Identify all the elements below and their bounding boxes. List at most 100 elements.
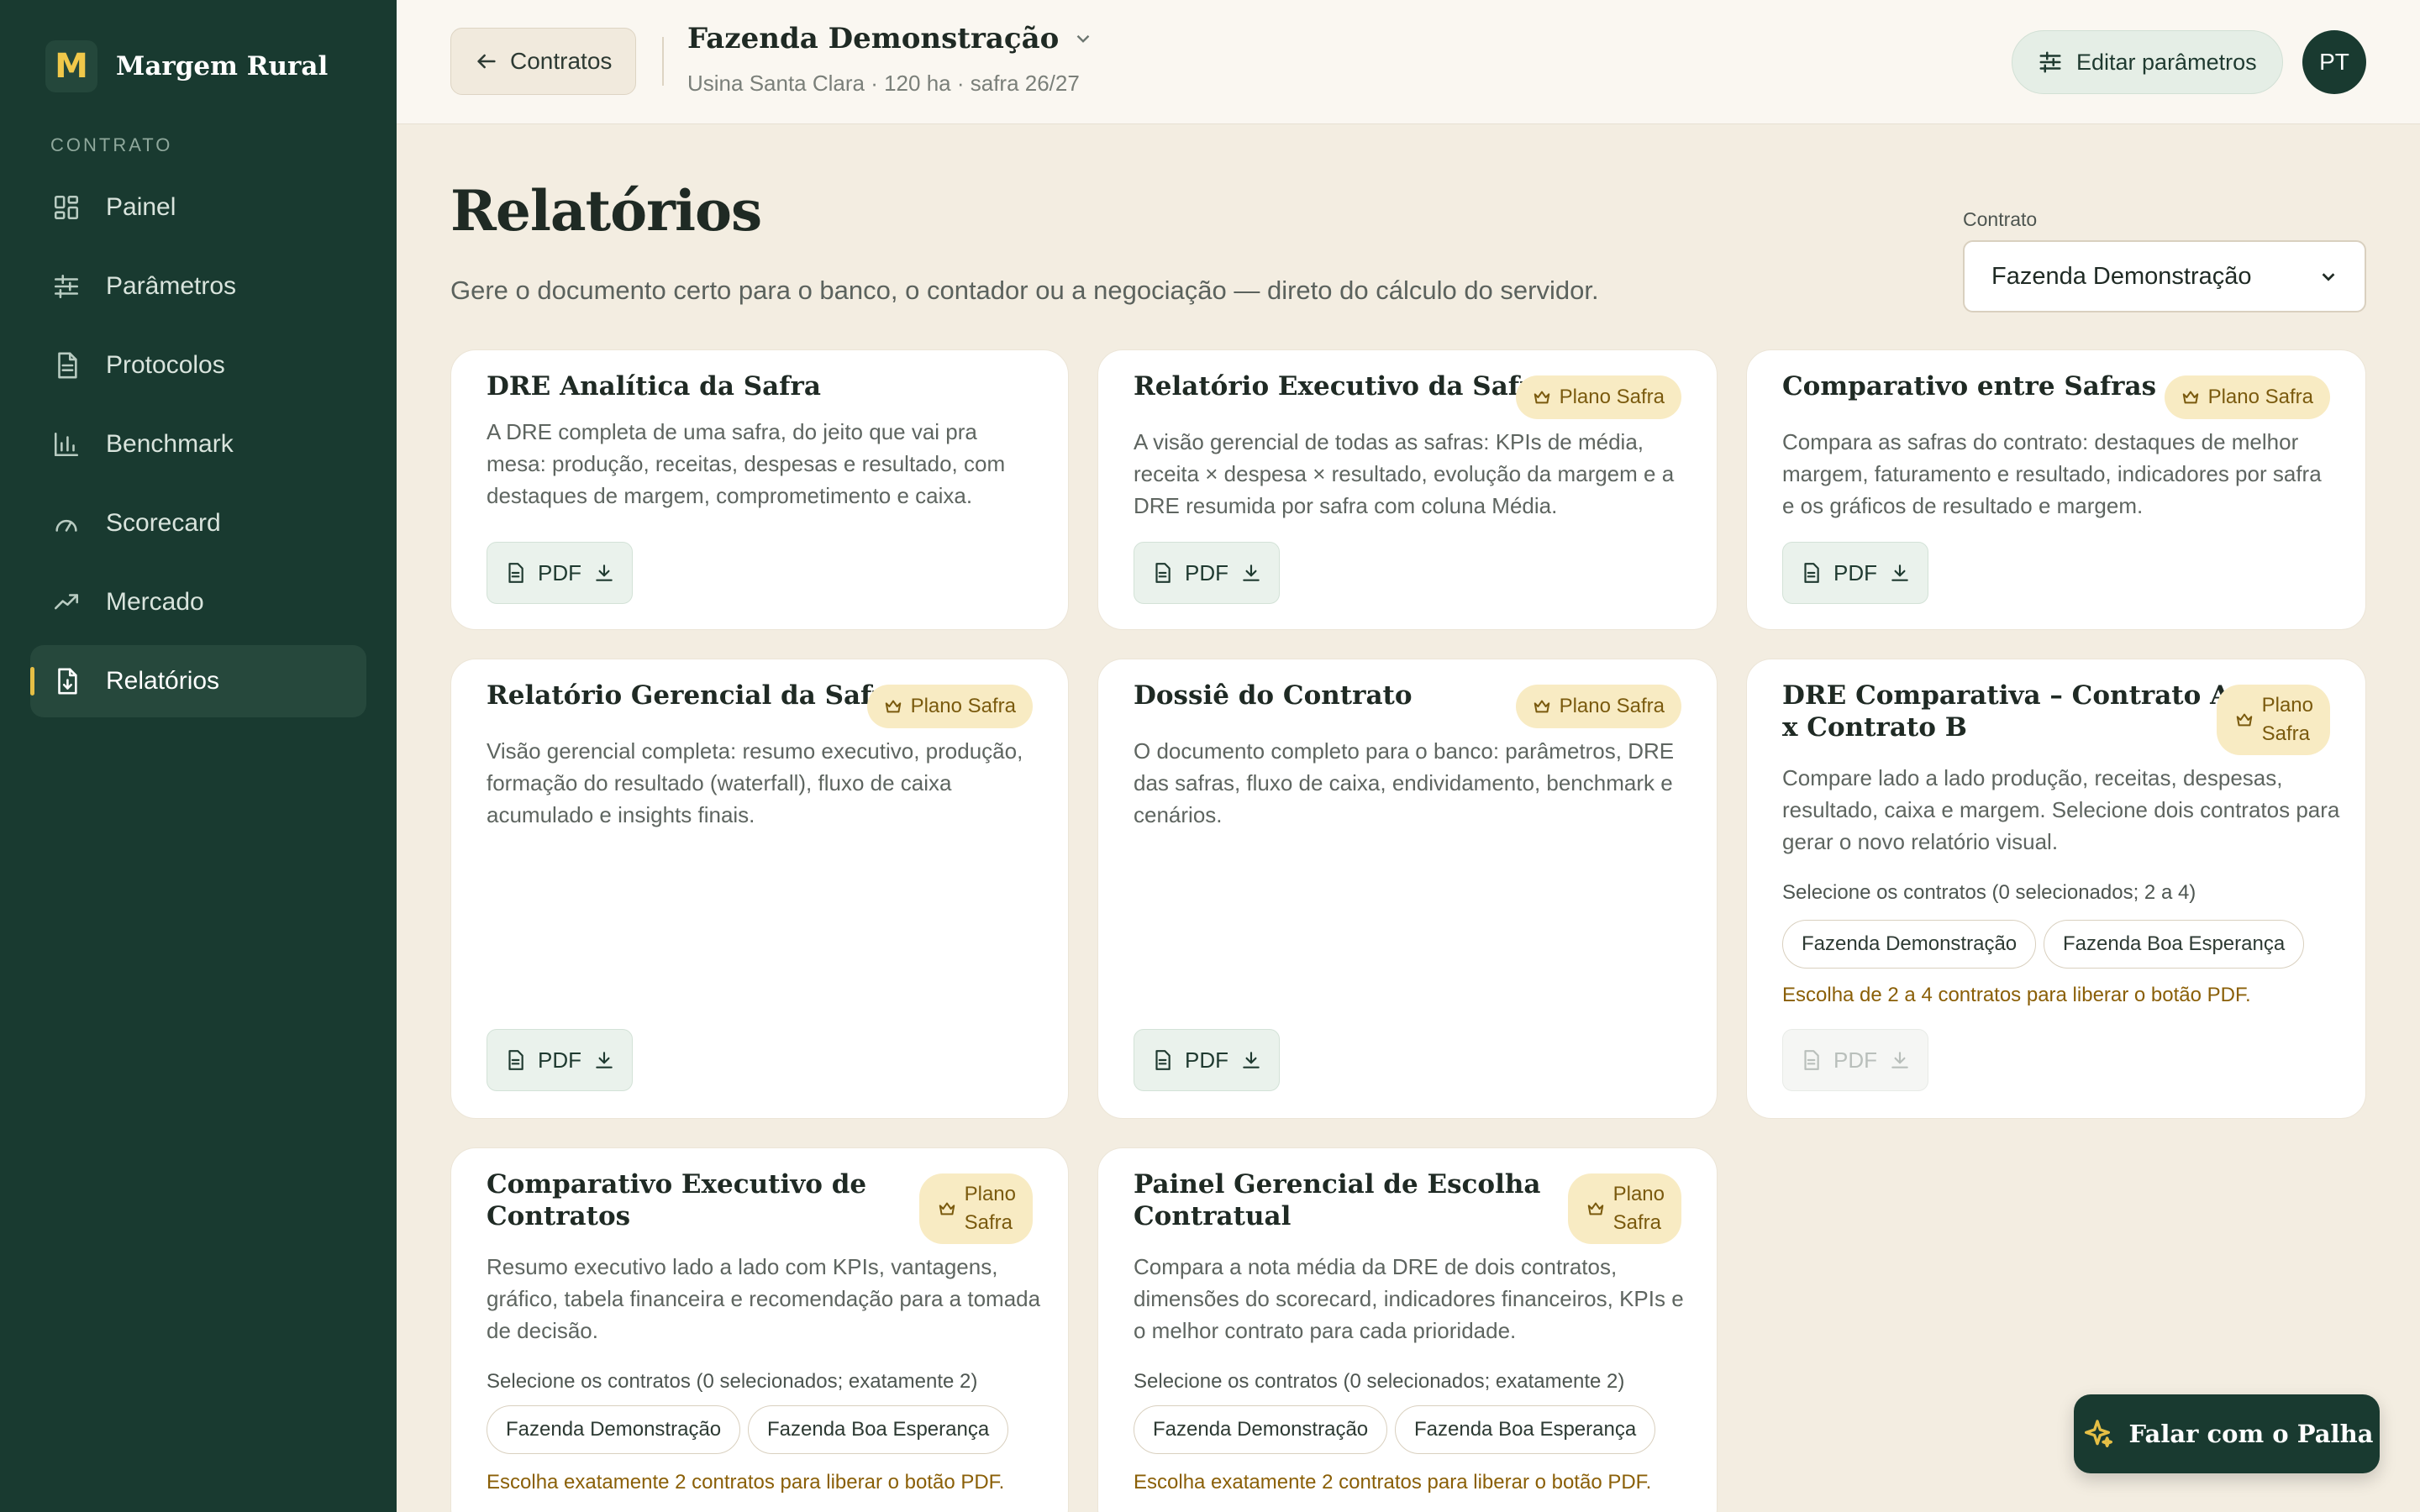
trend-icon bbox=[54, 594, 79, 610]
report-card-gerencial-safra: Relatório Gerencial da Safra Plano Safra… bbox=[450, 659, 1069, 1119]
pdf-download-button[interactable]: PDF bbox=[487, 1029, 633, 1091]
contract-chip[interactable]: Fazenda Demonstração bbox=[1134, 1405, 1388, 1454]
sidebar-item-label: Relatórios bbox=[106, 667, 220, 695]
sidebar-item-benchmark[interactable]: Benchmark bbox=[30, 408, 366, 480]
card-title-line: Contratual bbox=[1134, 1201, 1292, 1231]
back-button-label: Contratos bbox=[510, 48, 613, 74]
badge-label: Plano Safra bbox=[910, 695, 1016, 717]
card-description: Compare lado a lado produção, receitas, … bbox=[1782, 765, 2340, 854]
crown-icon bbox=[2236, 713, 2252, 727]
badge-label: Plano Safra bbox=[2207, 386, 2313, 408]
sidebar-item-relatorios[interactable]: Relatórios bbox=[30, 645, 366, 717]
contract-selection-label: Selecione os contratos (0 selecionados; … bbox=[487, 1370, 978, 1393]
card-title-line: Comparativo Executivo de bbox=[487, 1169, 867, 1200]
contract-chip[interactable]: Fazenda Demonstração bbox=[487, 1405, 741, 1454]
crown-icon bbox=[2182, 391, 2198, 404]
sidebar-item-parametros[interactable]: Parâmetros bbox=[30, 250, 366, 323]
page-title: Relatórios bbox=[450, 178, 762, 244]
chat-assistant-button[interactable]: Falar com o Palha bbox=[2074, 1394, 2380, 1473]
card-title-line: Painel Gerencial de Escolha bbox=[1134, 1169, 1541, 1200]
farm-selector[interactable]: Fazenda Demonstração bbox=[687, 22, 1094, 55]
edit-parameters-button[interactable]: Editar parâmetros bbox=[2012, 30, 2283, 94]
brand[interactable]: M Margem Rural bbox=[45, 40, 328, 92]
sidebar-item-mercado[interactable]: Mercado bbox=[30, 566, 366, 638]
plano-safra-badge: Plano Safra bbox=[1515, 375, 1681, 419]
plano-safra-badge: Plano Safra bbox=[2164, 375, 2330, 419]
plano-safra-badge: Plano Safra bbox=[866, 685, 1033, 728]
sidebar-section-label: CONTRATO bbox=[50, 134, 173, 155]
report-card-dre-comparativa: DRE Comparativa – Contrato A x Contrato … bbox=[1746, 659, 2366, 1119]
badge-label: Plano Safra bbox=[2262, 691, 2313, 748]
back-to-contracts-button[interactable]: Contratos bbox=[450, 28, 637, 95]
download-icon bbox=[596, 564, 613, 581]
card-title: Relatório Gerencial da Safra bbox=[487, 680, 902, 711]
card-title-line: DRE Comparativa – Contrato A bbox=[1782, 680, 2231, 711]
card-description: Compara as safras do contrato: destaques… bbox=[1782, 429, 2322, 518]
pdf-download-button[interactable]: PDF bbox=[1134, 1029, 1280, 1091]
divider bbox=[662, 37, 664, 86]
card-description: Compara a nota média da DRE de dois cont… bbox=[1134, 1254, 1684, 1343]
plano-safra-badge: Plano Safra bbox=[1515, 685, 1681, 728]
crown-icon bbox=[1534, 700, 1549, 713]
sliders-icon bbox=[54, 274, 79, 299]
farm-title: Fazenda Demonstração bbox=[687, 22, 1060, 55]
badge-label: Plano Safra bbox=[1559, 695, 1665, 717]
topbar: Contratos Fazenda Demonstração Usina San… bbox=[397, 0, 2420, 124]
crown-icon bbox=[885, 700, 901, 713]
file-icon bbox=[1804, 1050, 1819, 1070]
contract-chip[interactable]: Fazenda Demonstração bbox=[1782, 920, 2037, 969]
card-description: O documento completo para o banco: parâm… bbox=[1134, 738, 1675, 827]
card-description: A DRE completa de uma safra, do jeito qu… bbox=[487, 419, 1006, 508]
chat-button-label: Falar com o Palha bbox=[2128, 1420, 2374, 1448]
card-description: Resumo executivo lado a lado com KPIs, v… bbox=[487, 1254, 1041, 1343]
card-description: A visão gerencial de todas as safras: KP… bbox=[1134, 429, 1675, 518]
badge-label: Plano Safra bbox=[1559, 386, 1665, 408]
contract-chip[interactable]: Fazenda Boa Esperança bbox=[1395, 1405, 1656, 1454]
download-icon bbox=[1243, 1052, 1260, 1068]
card-title: Dossiê do Contrato bbox=[1134, 680, 1413, 711]
file-icon bbox=[1804, 563, 1819, 583]
pdf-label: PDF bbox=[1185, 1047, 1228, 1073]
badge-label-line: Safra bbox=[964, 1211, 1013, 1234]
card-title-line: x Contrato B bbox=[1782, 712, 1967, 743]
avatar[interactable]: PT bbox=[2302, 30, 2366, 94]
contract-chip[interactable]: Fazenda Boa Esperança bbox=[748, 1405, 1009, 1454]
file-icon bbox=[508, 1050, 523, 1070]
pdf-label: PDF bbox=[538, 1047, 581, 1073]
download-icon bbox=[1891, 564, 1908, 581]
gauge-icon bbox=[55, 519, 77, 532]
report-card-painel-escolha: Painel Gerencial de Escolha Contratual P… bbox=[1097, 1147, 1718, 1512]
badge-label-line: Plano bbox=[964, 1183, 1016, 1205]
farm-subtitle: Usina Santa Clara · 120 ha · safra 26/27 bbox=[687, 71, 1080, 96]
sidebar-item-scorecard[interactable]: Scorecard bbox=[30, 487, 366, 559]
sidebar-item-label: Scorecard bbox=[106, 509, 221, 537]
card-title: Comparativo entre Safras bbox=[1782, 371, 2157, 402]
sidebar-item-protocolos[interactable]: Protocolos bbox=[30, 329, 366, 402]
contract-select[interactable]: Fazenda Demonstração bbox=[1963, 240, 2366, 312]
report-icon bbox=[58, 668, 77, 695]
pdf-download-button[interactable]: PDF bbox=[1134, 542, 1280, 604]
sidebar-item-label: Parâmetros bbox=[106, 272, 237, 300]
contract-select-label: Contrato bbox=[1963, 208, 2038, 230]
pdf-label: PDF bbox=[1833, 1047, 1877, 1073]
card-title: DRE Comparativa – Contrato A x Contrato … bbox=[1782, 680, 2230, 743]
report-card-dossie-contrato: Dossiê do Contrato Plano Safra O documen… bbox=[1097, 659, 1718, 1119]
contract-select-value: Fazenda Demonstração bbox=[1991, 262, 2252, 290]
brand-logo: M bbox=[45, 40, 97, 92]
plano-safra-badge: Plano Safra bbox=[918, 1173, 1033, 1244]
pdf-download-button[interactable]: PDF bbox=[487, 542, 633, 604]
sliders-icon bbox=[2039, 51, 2061, 73]
badge-label: Plano Safra bbox=[1613, 1180, 1665, 1237]
badge-label-line: Safra bbox=[1612, 1211, 1661, 1234]
sidebar-item-label: Benchmark bbox=[106, 430, 234, 458]
contract-chip[interactable]: Fazenda Boa Esperança bbox=[2044, 920, 2305, 969]
report-card-comparativo-safras: Comparativo entre Safras Plano Safra Com… bbox=[1746, 349, 2366, 630]
sidebar-item-label: Protocolos bbox=[106, 351, 225, 379]
pdf-download-button[interactable]: PDF bbox=[1782, 1029, 1928, 1091]
sidebar-item-label: Painel bbox=[106, 193, 176, 221]
report-card-executivo-safra: Relatório Executivo da Safra Plano Safra… bbox=[1097, 349, 1718, 630]
sidebar-item-painel[interactable]: Painel bbox=[30, 171, 366, 244]
sidebar-nav: Painel Parâmetros Protocolos Benchmark S… bbox=[30, 171, 366, 724]
card-title: DRE Analítica da Safra bbox=[487, 371, 821, 402]
pdf-download-button[interactable]: PDF bbox=[1782, 542, 1928, 604]
